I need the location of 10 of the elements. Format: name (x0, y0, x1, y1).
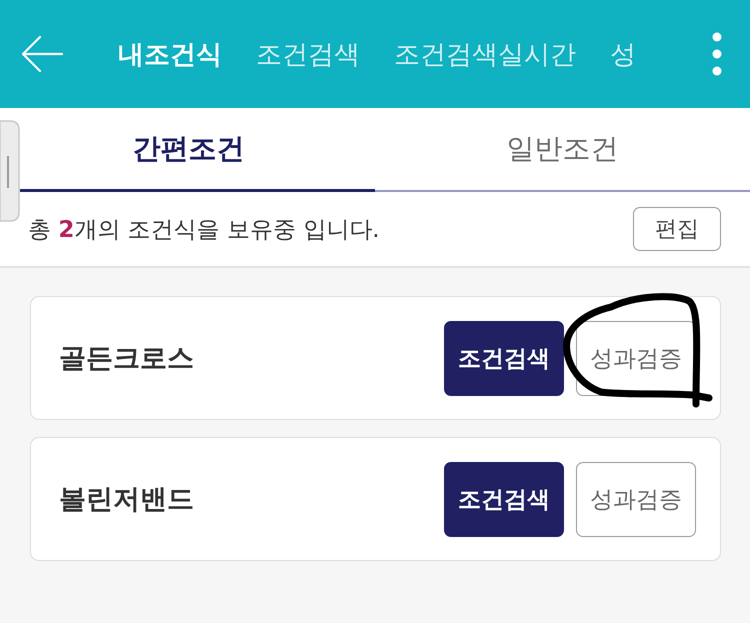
condition-name: 골든크로스 (59, 342, 194, 376)
edit-button[interactable]: 편집 (633, 207, 721, 251)
search-button[interactable]: 조건검색 (444, 320, 564, 396)
verify-button[interactable]: 성과검증 (576, 462, 696, 536)
condition-count-text: 총 2개의 조건식을 보유중 입니다. (28, 216, 380, 244)
side-panel-handle[interactable] (0, 120, 20, 222)
more-menu-icon[interactable] (712, 32, 722, 76)
condition-name: 볼린저밴드 (59, 483, 194, 517)
search-button[interactable]: 조건검색 (444, 462, 564, 536)
back-arrow-icon[interactable] (20, 35, 64, 73)
